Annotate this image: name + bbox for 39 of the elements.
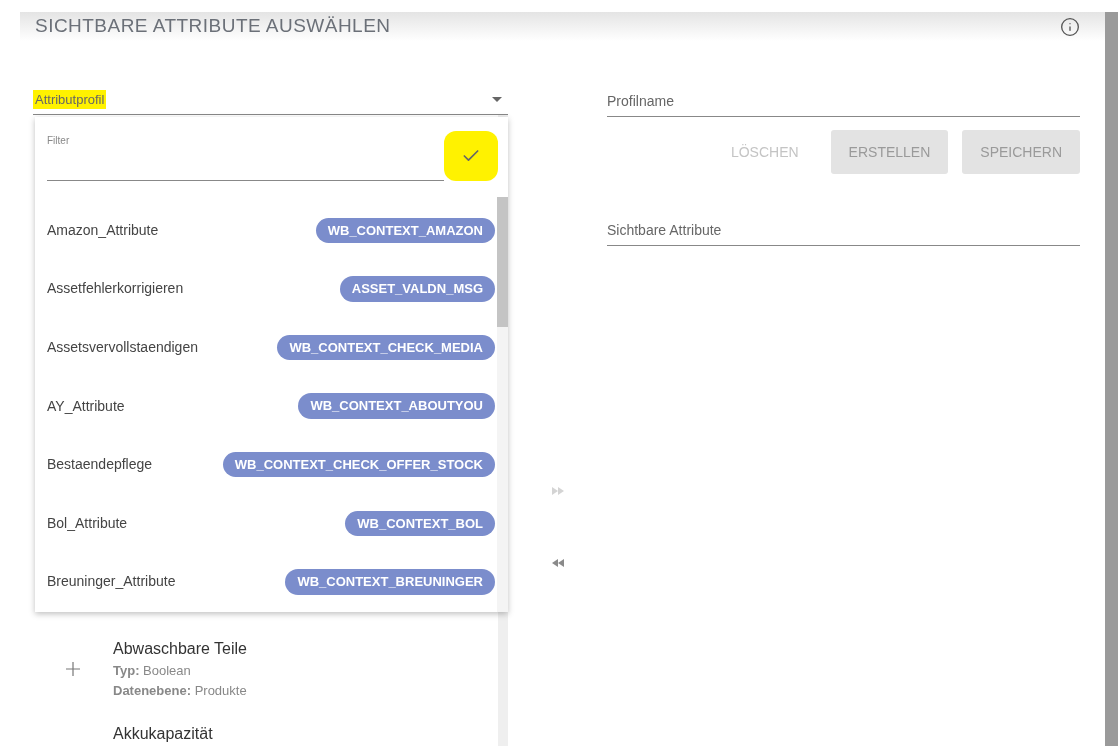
attribute-type: Typ: Boolean bbox=[113, 662, 192, 680]
filter-label: Filter bbox=[47, 134, 71, 148]
profile-option[interactable]: Assetfehlerkorrigieren ASSET_VALDN_MSG bbox=[35, 259, 497, 319]
profile-option[interactable]: Amazon_Attribute WB_CONTEXT_AMAZON bbox=[35, 201, 497, 260]
scrollbar[interactable] bbox=[497, 197, 508, 612]
context-tag: WB_CONTEXT_BREUNINGER bbox=[285, 569, 495, 595]
profile-name: Bol_Attribute bbox=[47, 513, 128, 533]
profile-name: Assetfehlerkorrigieren bbox=[47, 279, 184, 299]
context-tag: WB_CONTEXT_CHECK_OFFER_STOCK bbox=[222, 451, 495, 478]
profile-name: Assetsvervollstaendigen bbox=[47, 338, 198, 357]
context-tag: ASSET_VALDN_MSG bbox=[339, 276, 495, 302]
visible-attributes-field[interactable]: Sichtbare Attribute bbox=[607, 214, 1080, 246]
dialog-title: SICHTBARE ATTRIBUTE AUSWÄHLEN bbox=[35, 14, 391, 39]
profile-name: AY_Attribute bbox=[47, 396, 125, 416]
profile-name: Breuninger_Attribute bbox=[47, 572, 176, 592]
attribute-data-level: Datenebene: Produkte bbox=[113, 681, 247, 700]
attribute-name: Abwaschbare Teile bbox=[113, 639, 247, 659]
profile-option[interactable]: Bol_Attribute WB_CONTEXT_BOL bbox=[35, 493, 497, 553]
filter-field[interactable]: Filter bbox=[47, 133, 445, 181]
context-tag: WB_CONTEXT_CHECK_MEDIA bbox=[277, 334, 495, 361]
profile-name: Bestaendepflege bbox=[47, 455, 153, 475]
profile-option[interactable]: AY_Attribute WB_CONTEXT_ABOUTYOU bbox=[35, 376, 497, 436]
profile-option[interactable]: Assetsvervollstaendigen WB_CONTEXT_CHECK_MEDIA bbox=[35, 318, 497, 377]
context-tag: WB_CONTEXT_AMAZON bbox=[315, 217, 495, 244]
confirm-button[interactable] bbox=[444, 131, 498, 181]
profile-option[interactable]: Bestaendepflege WB_CONTEXT_CHECK_OFFER_STOCK bbox=[35, 435, 497, 494]
info-icon[interactable] bbox=[1060, 16, 1080, 37]
profile-name: Amazon_Attribute bbox=[47, 220, 159, 240]
select-label: Attributprofil bbox=[33, 89, 107, 110]
dropdown-caret-icon bbox=[492, 97, 502, 102]
attribute-name: Akkukapazität bbox=[113, 724, 213, 744]
profile-name-field[interactable]: Profilname bbox=[607, 85, 1080, 117]
profile-select[interactable]: Attributprofil bbox=[33, 85, 508, 115]
profile-option[interactable]: Breuninger_Attribute WB_CONTEXT_BREUNINGER bbox=[35, 552, 497, 612]
context-tag: WB_CONTEXT_BOL bbox=[345, 510, 495, 536]
double-right-arrow-icon bbox=[551, 487, 564, 495]
double-left-arrow-icon bbox=[551, 559, 564, 567]
context-tag: WB_CONTEXT_ABOUTYOU bbox=[298, 393, 495, 419]
add-icon[interactable] bbox=[66, 661, 80, 676]
